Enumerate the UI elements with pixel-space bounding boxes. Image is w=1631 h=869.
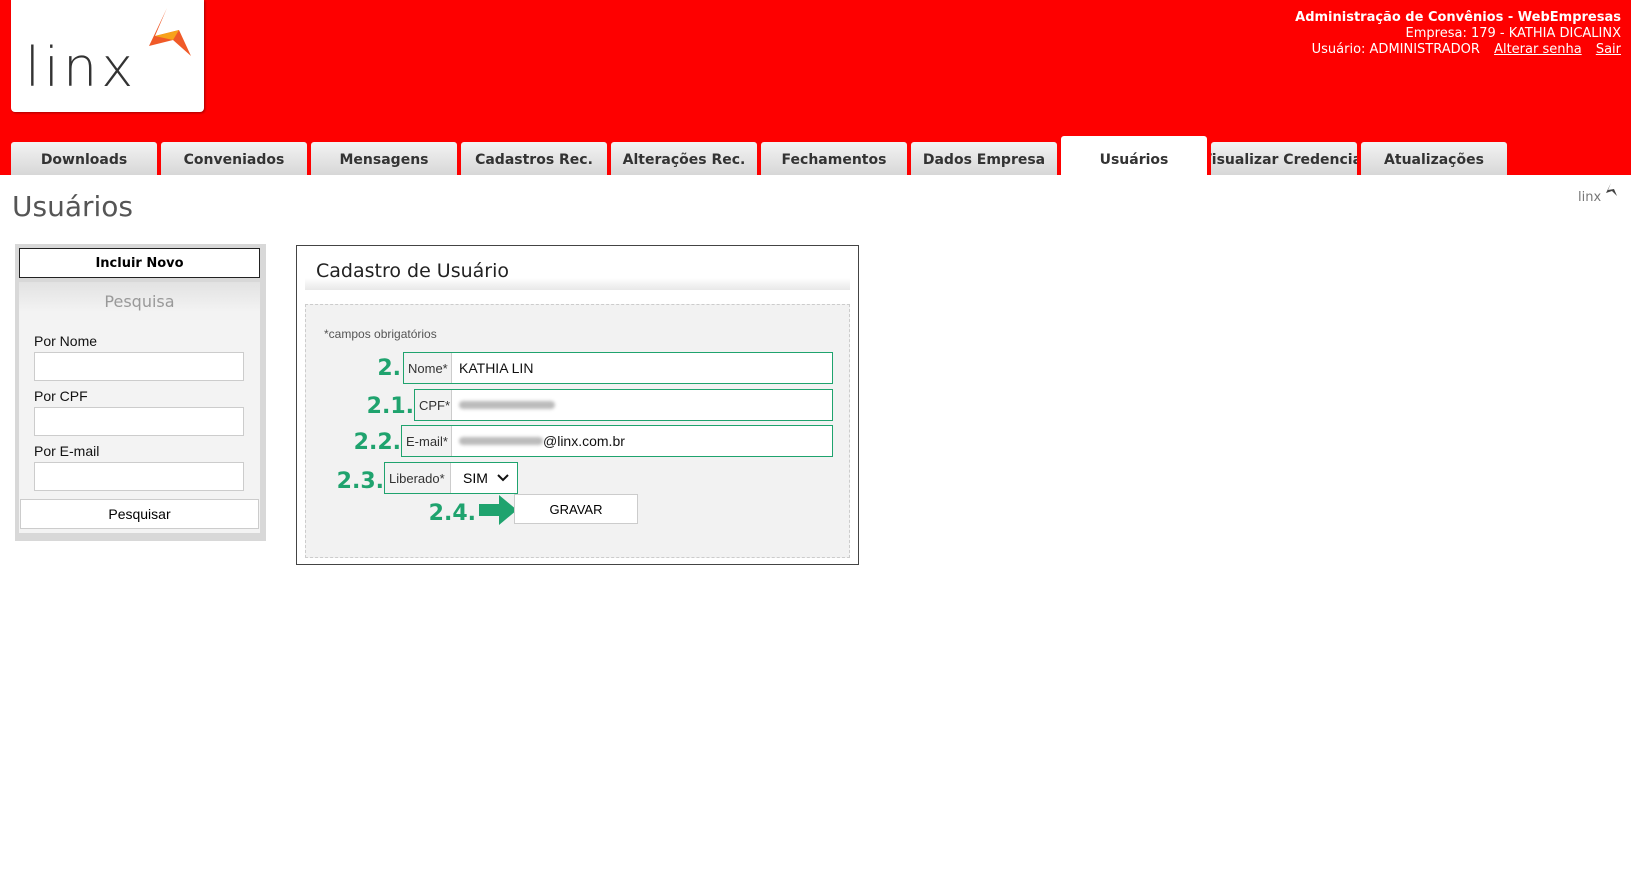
by-name-input[interactable] [34, 352, 244, 381]
tab-visualizar-credencial[interactable]: Visualizar Credencial [1211, 142, 1357, 175]
logout-link[interactable]: Sair [1596, 42, 1621, 57]
by-email-input[interactable] [34, 462, 244, 491]
form-title: Cadastro de Usuário [316, 260, 510, 282]
by-name-label: Por Nome [34, 333, 98, 349]
name-row: Nome* KATHIA LIN [403, 352, 833, 384]
tab-atualizacoes[interactable]: Atualizações [1361, 142, 1507, 175]
step-2-label: 2. [377, 356, 401, 381]
tab-usuarios[interactable]: Usuários [1061, 136, 1207, 175]
search-button[interactable]: Pesquisar [20, 499, 259, 529]
change-password-link[interactable]: Alterar senha [1494, 42, 1582, 57]
email-row: E-mail* @linx.com.br [401, 425, 833, 457]
main-tabs: Downloads Conveniados Mensagens Cadastro… [11, 136, 1511, 175]
tab-conveniados[interactable]: Conveniados [161, 142, 307, 175]
by-cpf-input[interactable] [34, 407, 244, 436]
cpf-field[interactable] [452, 390, 832, 420]
search-title: Pesquisa [104, 292, 175, 311]
required-note: *campos obrigatórios [324, 327, 437, 341]
email-label: E-mail* [402, 426, 452, 456]
tab-cadastros-rec[interactable]: Cadastros Rec. [461, 142, 607, 175]
step-2-4-label: 2.4. [428, 501, 476, 526]
step-2-3-label: 2.3. [336, 469, 384, 494]
logo-mark-icon [149, 8, 191, 56]
liberado-value: SIM [463, 470, 488, 486]
tab-downloads[interactable]: Downloads [11, 142, 157, 175]
email-redacted [459, 437, 543, 445]
header-bar: linx Administração de Convênios - WebEmp… [0, 0, 1631, 175]
by-cpf-label: Por CPF [34, 388, 88, 404]
chevron-down-icon [497, 474, 509, 482]
liberado-label: Liberado* [385, 463, 451, 493]
name-field[interactable]: KATHIA LIN [452, 353, 832, 383]
email-domain: @linx.com.br [543, 433, 625, 449]
small-logo-text: linx [1578, 190, 1602, 205]
include-new-button[interactable]: Incluir Novo [19, 248, 260, 278]
tab-alteracoes-rec[interactable]: Alterações Rec. [611, 142, 757, 175]
step-2-2-label: 2.2. [353, 430, 401, 455]
save-button[interactable]: GRAVAR [514, 494, 638, 524]
company-info: Empresa: 179 - KATHIA DICALINX [1405, 26, 1621, 41]
app-title: Administração de Convênios - WebEmpresas [1295, 10, 1621, 25]
name-label: Nome* [404, 353, 452, 383]
cpf-label: CPF* [415, 390, 452, 420]
account-info: Administração de Convênios - WebEmpresas… [1295, 10, 1621, 58]
cpf-row: CPF* [414, 389, 833, 421]
tab-mensagens[interactable]: Mensagens [311, 142, 457, 175]
by-email-label: Por E-mail [34, 443, 100, 459]
logo-text: linx [25, 36, 138, 99]
user-form-panel: Cadastro de Usuário *campos obrigatórios… [296, 245, 859, 565]
cpf-redacted [459, 401, 555, 409]
liberado-select[interactable]: SIM [451, 463, 517, 493]
tab-fechamentos[interactable]: Fechamentos [761, 142, 907, 175]
form-body: *campos obrigatórios 2. Nome* KATHIA LIN… [305, 304, 850, 558]
small-logo-mark-icon [1606, 183, 1617, 196]
liberado-row: Liberado* SIM [384, 462, 518, 494]
small-linx-logo: linx [1578, 183, 1617, 205]
step-2-1-label: 2.1. [366, 394, 414, 419]
arrow-right-icon [479, 495, 517, 525]
search-box: Pesquisa Por Nome Por CPF Por E-mail Pes… [19, 282, 260, 533]
user-info: Usuário: ADMINISTRADOR [1311, 42, 1480, 57]
search-panel: Incluir Novo Pesquisa Por Nome Por CPF P… [15, 244, 266, 541]
linx-logo[interactable]: linx [11, 0, 204, 112]
email-field[interactable]: @linx.com.br [452, 426, 832, 456]
tab-dados-empresa[interactable]: Dados Empresa [911, 142, 1057, 175]
user-line: Usuário: ADMINISTRADOR Alterar senha Sai… [1295, 42, 1621, 58]
page-title: Usuários [12, 190, 133, 223]
